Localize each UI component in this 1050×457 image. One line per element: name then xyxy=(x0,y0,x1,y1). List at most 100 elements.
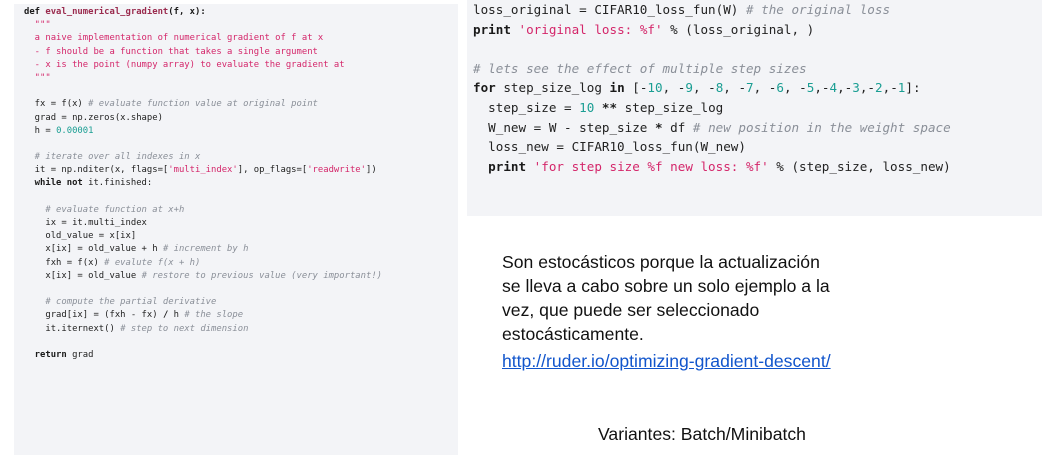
code-token: % (step_size, loss_new) xyxy=(768,158,951,174)
code-token: x[ix] = old_value + h xyxy=(24,244,163,255)
step-size-code-block: loss_original = CIFAR10_loss_fun(W) # th… xyxy=(467,0,1042,216)
code-token: 9 xyxy=(685,80,693,96)
code-line: it.iternext() # step to next dimension xyxy=(24,323,448,336)
code-token: it.finished: xyxy=(88,178,153,189)
code-line: for step_size_log in [-10, -9, -8, -7, -… xyxy=(473,78,1042,98)
code-line: x[ix] = old_value + h # increment by h xyxy=(24,243,448,256)
code-token: x[ix] = old_value xyxy=(24,270,142,281)
code-token: it.iternext() xyxy=(24,323,121,334)
code-line: def eval_numerical_gradient(f, x): xyxy=(24,6,448,19)
code-token: # restore to previous value (very import… xyxy=(141,270,383,281)
code-line: step_size = 10 ** step_size_log xyxy=(473,98,1042,118)
code-line: - x is the point (numpy array) to evalua… xyxy=(24,59,448,72)
code-token: # increment by h xyxy=(162,244,249,255)
code-token: ,- xyxy=(859,80,876,96)
code-token: step_size_log xyxy=(503,80,610,96)
code-token: # new position in the weight space xyxy=(692,119,951,135)
code-line: grad = np.zeros(x.shape) xyxy=(24,112,448,125)
code-line: old_value = x[ix] xyxy=(24,230,448,243)
code-token: ix = it.multi_index xyxy=(24,218,147,228)
code-token: h = xyxy=(24,125,57,136)
code-token: ,- xyxy=(814,80,830,96)
code-line: - f should be a function that takes a si… xyxy=(24,46,448,59)
code-token: ]) xyxy=(366,165,377,176)
code-token: eval_numerical_gradient xyxy=(45,7,169,17)
code-token: 'for step size %f new loss: %f' xyxy=(533,158,769,174)
code-token: W_new = W - step_size xyxy=(473,119,655,135)
code-token: # evaluate function at x+h xyxy=(24,204,185,215)
code-token: it = np.nditer(x, flags=[ xyxy=(24,165,169,176)
code-token: print xyxy=(473,158,534,174)
code-token: """ xyxy=(24,20,51,31)
code-token: ]: xyxy=(905,80,921,96)
variants-text: Variantes: Batch/Minibatch xyxy=(598,424,806,444)
code-token: step_size = xyxy=(473,99,580,115)
code-token: 2 xyxy=(875,80,883,96)
code-line: return grad xyxy=(24,349,448,362)
code-token: # the slope xyxy=(184,310,244,321)
code-token: in xyxy=(609,80,633,96)
code-line: x[ix] = old_value # restore to previous … xyxy=(24,270,448,283)
code-token: fxh = f(x) xyxy=(24,257,105,268)
code-token: 0.00001 xyxy=(56,125,94,136)
code-token: , - xyxy=(783,80,807,96)
code-token: grad[ix] = (fxh - fx) xyxy=(24,310,163,321)
code-token: * xyxy=(654,119,663,135)
code-token: 6 xyxy=(776,80,784,96)
code-token: loss_original = CIFAR10_loss_fun(W) xyxy=(473,2,746,17)
code-token: grad xyxy=(72,349,94,360)
code-token: for xyxy=(473,80,504,96)
code-token: # iterate over all indexes in x xyxy=(24,152,201,163)
gradient-descent-link[interactable]: http://ruder.io/optimizing-gradient-desc… xyxy=(502,351,831,372)
code-token: # evalute f(x + h) xyxy=(104,257,201,268)
code-line: ix = it.multi_index xyxy=(24,217,448,230)
code-token: grad = np.zeros(x.shape) xyxy=(24,112,163,123)
code-line: # lets see the effect of multiple step s… xyxy=(473,59,1042,79)
code-line: print 'for step size %f new loss: %f' % … xyxy=(473,157,1042,177)
code-line: """ xyxy=(24,72,448,85)
code-token: # the original loss xyxy=(745,2,891,17)
code-token: 10 xyxy=(647,80,663,96)
code-token: old_value = x[ix] xyxy=(24,231,137,242)
code-token: df xyxy=(662,119,693,135)
code-token: fx = f(x) xyxy=(24,99,89,110)
code-line: while not it.finished: xyxy=(24,177,448,190)
code-line: """ xyxy=(24,19,448,32)
code-line: fxh = f(x) # evalute f(x + h) xyxy=(24,257,448,270)
code-token: # lets see the effect of multiple step s… xyxy=(473,60,807,76)
code-token: 'readwrite' xyxy=(307,165,366,176)
code-token: # step to next dimension xyxy=(120,323,249,334)
code-line: loss_original = CIFAR10_loss_fun(W) # th… xyxy=(473,0,1042,20)
code-token: return xyxy=(24,349,73,360)
code-line: grad[ix] = (fxh - fx) / h # the slope xyxy=(24,309,448,322)
code-token: 'multi_index' xyxy=(168,165,238,176)
code-token: (f, x): xyxy=(168,7,206,17)
code-token: """ xyxy=(24,72,51,83)
code-token: ,- xyxy=(882,80,898,96)
code-line: it = np.nditer(x, flags=['multi_index'],… xyxy=(24,164,448,177)
code-line: # compute the partial derivative xyxy=(24,296,448,309)
code-token: ], op_flags=[ xyxy=(237,165,308,176)
code-token: ** xyxy=(594,99,625,115)
code-token: # compute the partial derivative xyxy=(24,297,217,308)
code-line: W_new = W - step_size * df # new positio… xyxy=(473,118,1042,138)
stochastic-explanation-text: Son estocásticos porque la actualización… xyxy=(502,252,830,344)
code-token: 10 xyxy=(579,99,595,115)
code-line: print 'original loss: %f' % (loss_origin… xyxy=(473,20,1042,40)
numerical-gradient-code-block: def eval_numerical_gradient(f, x): """ a… xyxy=(14,4,458,455)
code-token: 4 xyxy=(829,80,838,96)
code-token: - f should be a function that takes a si… xyxy=(24,46,318,57)
code-token: , - xyxy=(723,80,747,96)
code-line: # evaluate function at x+h xyxy=(24,204,448,217)
code-token: % (loss_original, ) xyxy=(662,21,815,37)
code-token: # evaluate function value at original po… xyxy=(88,99,318,110)
code-line: fx = f(x) # evaluate function value at o… xyxy=(24,98,448,111)
code-token: , - xyxy=(662,80,686,96)
code-line: a naive implementation of numerical grad… xyxy=(24,32,448,45)
